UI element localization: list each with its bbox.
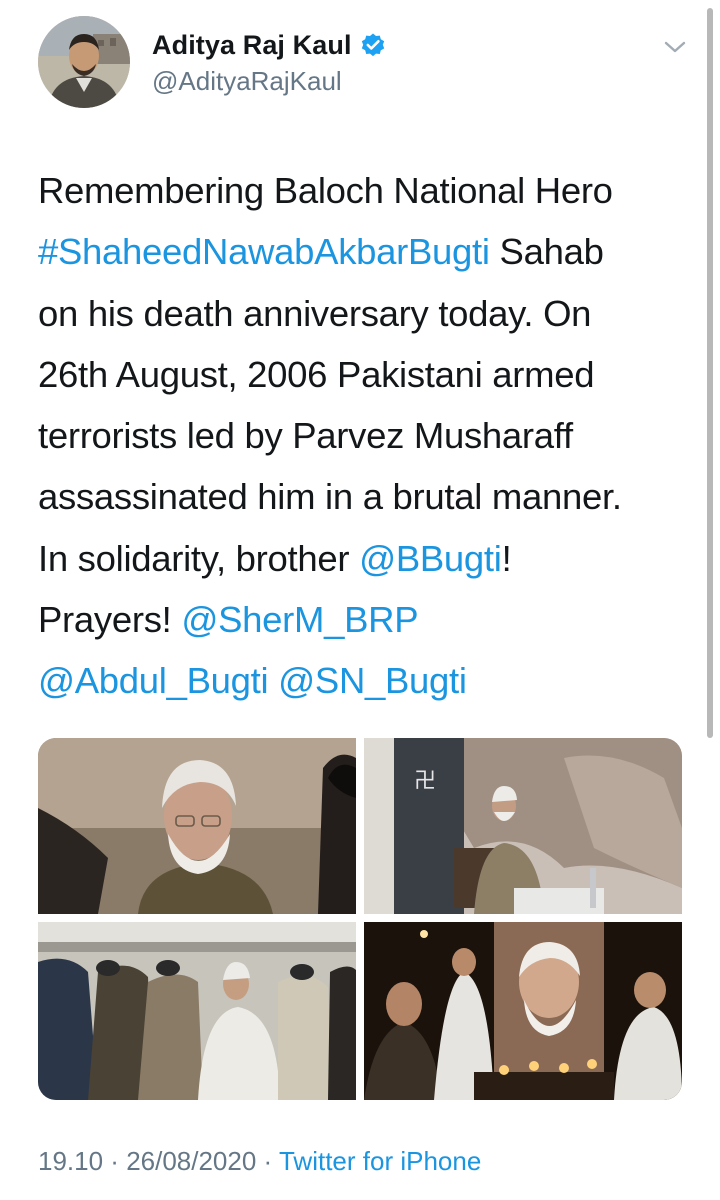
media-photo-4[interactable] [364, 922, 682, 1100]
tweet-text-line: terrorists led by Parvez Musharaff [38, 405, 698, 466]
tweet-text-segment: assassinated him in a brutal manner. [38, 476, 622, 518]
tweet-text-line: 26th August, 2006 Pakistani armed [38, 344, 698, 405]
tweet-footer: 19.10 · 26/08/2020 · Twitter for iPhone [38, 1146, 481, 1177]
tweet-text-segment: on his death anniversary today. On [38, 292, 592, 334]
verified-badge-icon [360, 32, 386, 58]
media-photo-1[interactable] [38, 738, 356, 914]
tweet-text-line: Prayers! @SherM_BRP [38, 589, 698, 650]
tweet-text-line: Remembering Baloch National Hero [38, 160, 698, 221]
tweet-text-line: In solidarity, brother @BBugti! [38, 528, 698, 589]
footer-separator: · [256, 1146, 279, 1176]
tweet-text-segment [268, 660, 278, 701]
tweet-text-segment: In solidarity, brother [38, 537, 360, 579]
author-name-row: Aditya Raj Kaul [152, 28, 386, 62]
tweet-text-line: assassinated him in a brutal manner. [38, 466, 698, 527]
footer-separator: · [103, 1146, 127, 1176]
tweet-time[interactable]: 19.10 [38, 1146, 103, 1176]
media-photo-3[interactable] [38, 922, 356, 1100]
mention-link[interactable]: @SN_Bugti [278, 660, 467, 701]
author-handle[interactable]: @AdityaRajKaul [152, 66, 342, 97]
tweet-text: Remembering Baloch National Hero #Shaheed… [38, 160, 698, 712]
tweet-text-segment: Remembering Baloch National Hero [38, 170, 613, 211]
tweet-text-segment: 26th August, 2006 Pakistani armed [38, 353, 595, 395]
mention-link[interactable]: @BBugti [359, 538, 502, 579]
tweet-text-segment: Prayers! [38, 599, 182, 641]
chevron-down-icon[interactable] [660, 36, 690, 58]
mention-link[interactable]: @Abdul_Bugti [38, 660, 269, 701]
avatar[interactable] [38, 16, 130, 108]
tweet-text-segment: ! [501, 537, 512, 579]
tweet-text-segment: Sahab [489, 231, 604, 273]
media-grid: 卍 [38, 738, 682, 1100]
hashtag-link[interactable]: #ShaheedNawabAkbarBugti [38, 231, 490, 272]
scrollbar[interactable] [707, 8, 713, 738]
tweet-date[interactable]: 26/08/2020 [126, 1146, 256, 1176]
tweet-text-segment: terrorists led by Parvez Musharaff [38, 415, 573, 457]
author-display-name[interactable]: Aditya Raj Kaul [152, 30, 352, 61]
tweet-text-line: #ShaheedNawabAkbarBugti Sahab [38, 221, 698, 282]
tweet-source-link[interactable]: Twitter for iPhone [279, 1146, 481, 1176]
svg-text:卍: 卍 [414, 769, 436, 794]
tweet-text-line: @Abdul_Bugti @SN_Bugti [38, 650, 698, 711]
tweet-text-line: on his death anniversary today. On [38, 283, 698, 344]
media-photo-2[interactable]: 卍 [364, 738, 682, 914]
mention-link[interactable]: @SherM_BRP [181, 599, 418, 640]
